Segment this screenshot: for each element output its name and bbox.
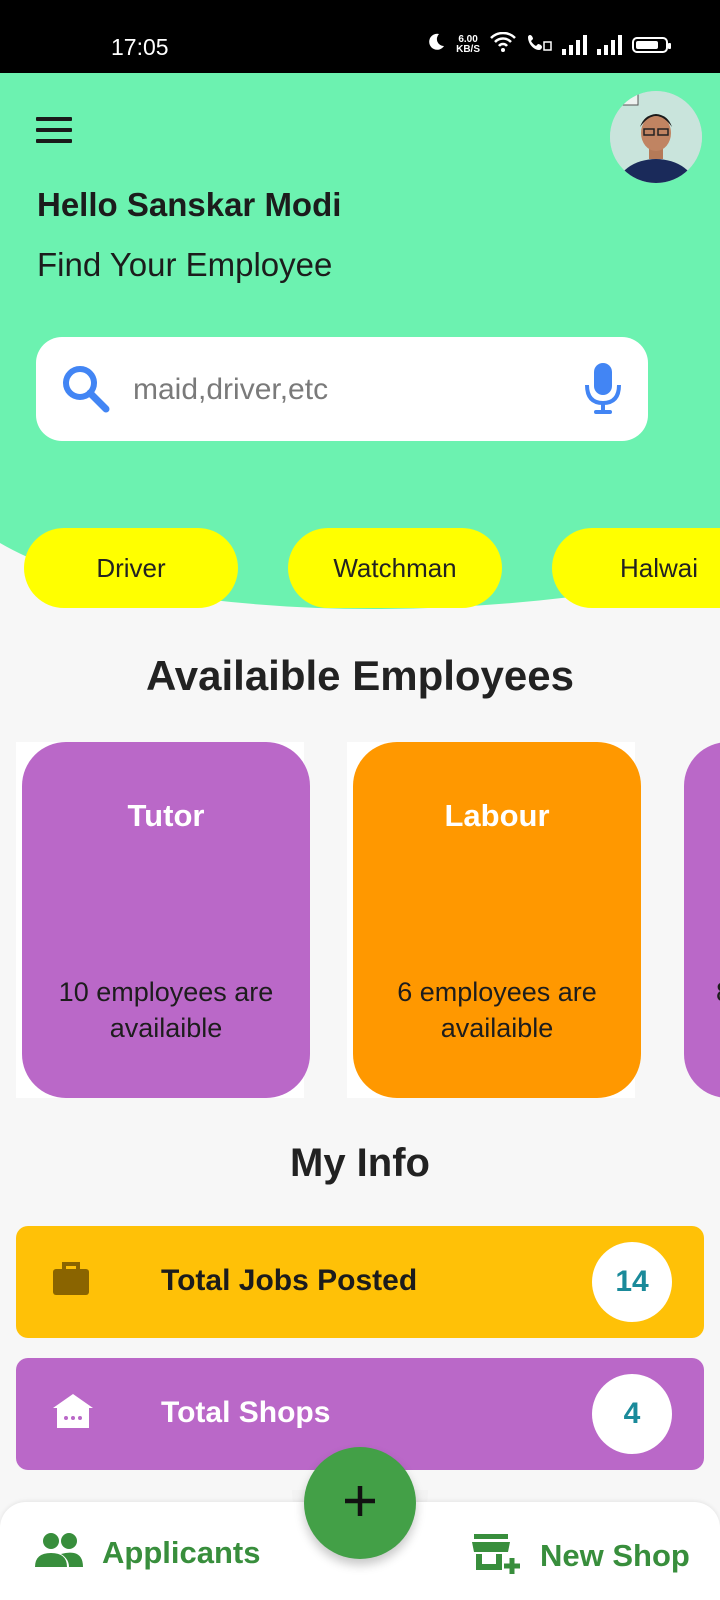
- network-speed-value: 6.00: [458, 33, 478, 45]
- employee-card-tutor[interactable]: Tutor 10 employees are availaible: [22, 742, 310, 1098]
- chip-label: Halwai: [619, 552, 699, 583]
- signal-icon: [597, 34, 622, 55]
- section-title-my-info: My Info: [290, 1141, 430, 1185]
- chip-driver[interactable]: Driver: [24, 528, 238, 608]
- status-bar: 17:05 6.00 KB/S: [0, 0, 720, 73]
- signal-icon: [562, 34, 587, 55]
- moon-icon: [426, 32, 446, 57]
- battery-icon: [632, 36, 671, 53]
- network-speed: 6.00 KB/S: [456, 33, 480, 55]
- chip-watchman[interactable]: Watchman: [288, 528, 502, 608]
- card-description: 8: [684, 974, 720, 1010]
- info-count-badge: 4: [592, 1374, 672, 1454]
- info-label: Total Shops: [161, 1396, 331, 1429]
- hamburger-menu-icon[interactable]: [36, 115, 74, 145]
- card-description: 6 employees are availaible: [397, 977, 597, 1043]
- status-icons: 6.00 KB/S: [426, 31, 671, 57]
- info-count-badge: 14: [592, 1242, 672, 1322]
- card-title: Tutor: [127, 798, 205, 833]
- page-subtitle: Find Your Employee: [37, 246, 333, 283]
- info-label: Total Jobs Posted: [161, 1264, 418, 1297]
- add-store-icon: [472, 1532, 522, 1579]
- plus-icon: [341, 1482, 379, 1525]
- add-fab-button[interactable]: [304, 1447, 416, 1559]
- nav-applicants[interactable]: Applicants: [34, 1532, 260, 1573]
- nav-label: Applicants: [102, 1534, 261, 1570]
- employee-cards: Tutor 10 employees are availaible Labour…: [0, 742, 720, 1098]
- nav-new-shop[interactable]: New Shop: [472, 1532, 690, 1579]
- nav-label: New Shop: [540, 1537, 690, 1573]
- employee-card-partial[interactable]: 8: [684, 742, 720, 1098]
- shop-icon: [50, 1390, 96, 1437]
- search-input[interactable]: [131, 361, 575, 419]
- microphone-icon[interactable]: [584, 361, 622, 420]
- chip-label: Watchman: [333, 552, 457, 583]
- card-title: Labour: [444, 798, 550, 833]
- info-row-jobs-posted[interactable]: Total Jobs Posted 14: [16, 1226, 704, 1338]
- category-chips: Driver Watchman Halwai: [0, 528, 720, 608]
- wifi-icon: [490, 31, 516, 57]
- card-description: 10 employees are availaible: [58, 977, 274, 1043]
- status-time: 17:05: [111, 34, 169, 60]
- chip-halwai[interactable]: Halwai: [552, 528, 720, 608]
- volte-call-icon: [526, 32, 552, 57]
- greeting: Hello Sanskar Modi: [37, 186, 342, 223]
- search-bar[interactable]: [36, 337, 648, 441]
- briefcase-icon: [50, 1258, 92, 1305]
- search-icon[interactable]: [58, 361, 112, 420]
- people-icon: [34, 1532, 84, 1573]
- chip-label: Driver: [96, 552, 166, 583]
- user-avatar[interactable]: [610, 91, 702, 183]
- section-title-available: Availaible Employees: [146, 652, 574, 699]
- network-speed-unit: KB/S: [456, 43, 480, 55]
- employee-card-labour[interactable]: Labour 6 employees are availaible: [353, 742, 641, 1098]
